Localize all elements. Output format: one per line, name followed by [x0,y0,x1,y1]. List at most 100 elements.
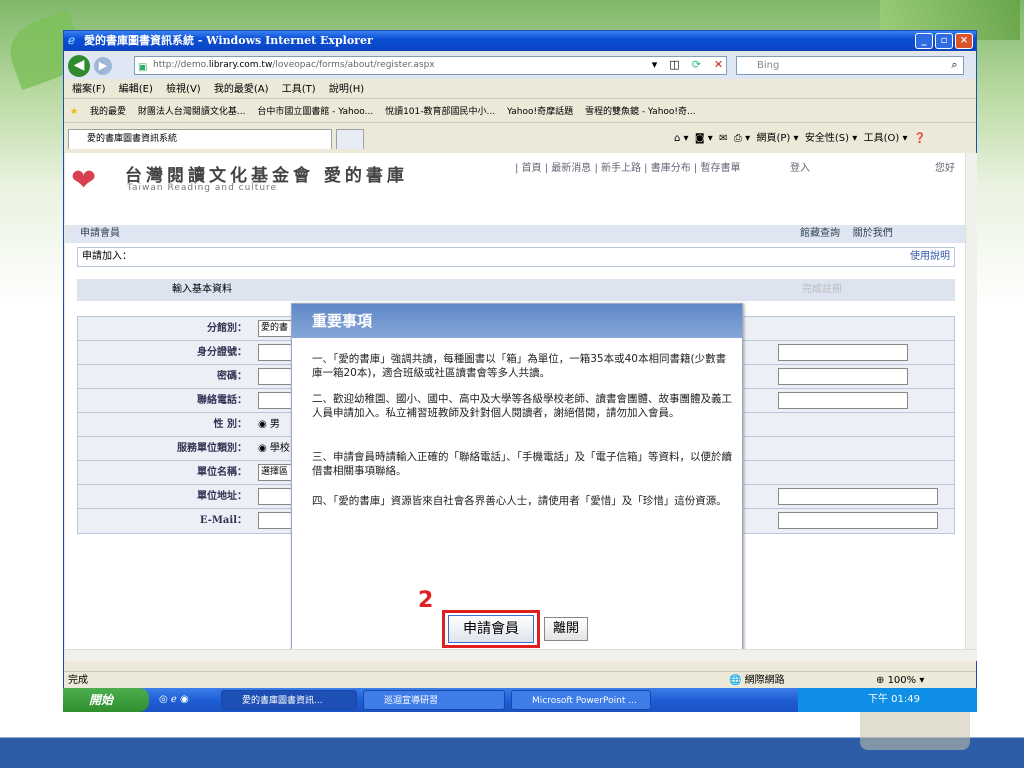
unit-address-field-right[interactable] [778,488,938,505]
phone-field-right[interactable] [778,392,908,409]
greeting: 您好 [935,163,955,174]
command-bar: ⌂ ▾ ◙ ▾ ✉ ⎙ ▾ 網頁(P) ▾ 安全性(S) ▾ 工具(O) ▾ ❓ [674,129,974,149]
apply-member-button[interactable]: 申請會員 [448,615,534,643]
status-bar: 完成 🌐 網際網路 ⊕ 100% ▾ [64,671,976,689]
unit-type-radio[interactable]: ◉ 學校 [258,440,290,457]
search-placeholder: Bing [757,60,780,71]
join-header: 申請加入： 使用說明 [77,247,955,267]
favorites-button[interactable]: 我的最愛 [90,107,126,117]
dropdown-icon[interactable]: ▾ [646,57,663,74]
step-basic-info: 輸入基本資料 [172,284,232,295]
title-bar: ℯ 愛的書庫圖書資訊系統 - Windows Internet Explorer… [64,31,976,51]
notice-paragraph-4: 四、「愛的書庫」資源皆來自社會各界善心人士，請使用者「愛惜」及「珍惜」這份資源。 [312,495,727,507]
password-label: 密碼： [217,371,247,382]
favorite-link[interactable]: 財團法人台灣閱讀文化基... [138,107,246,117]
print-icon[interactable]: ⎙ ▾ [734,133,750,144]
registration-steps: 輸入基本資料 完成註冊 [77,279,955,301]
email-field-right[interactable] [778,512,938,529]
window-title: 愛的書庫圖書資訊系統 - Windows Internet Explorer [84,34,373,47]
back-arrow-icon[interactable]: ◀ [68,55,90,77]
taskbar: 開始 ◎ ℯ ◉ 愛的書庫圖書資訊... 巡迴宣導研習 Microsoft Po… [63,688,977,712]
favorite-link[interactable]: 悅讀101-教育部國民中小... [385,107,495,117]
address-prefix: http://demo. [153,60,209,70]
favorite-link[interactable]: Yahoo!奇摩話題 [507,107,573,117]
search-box[interactable]: Bing [736,56,964,75]
taskbar-item-browser[interactable]: 愛的書庫圖書資訊... [221,690,357,710]
browser-window: ℯ 愛的書庫圖書資訊系統 - Windows Internet Explorer… [63,30,977,710]
favorite-link[interactable]: 台中市國立圖書館 - Yahoo... [257,107,373,117]
globe-icon: 🌐 [729,675,742,686]
feeds-icon[interactable]: ◙ ▾ [695,133,713,144]
email-label: E-Mail： [199,515,247,526]
quick-launch-icons[interactable]: ◎ ℯ ◉ [159,688,189,712]
unit-address-label: 單位地址： [197,491,247,502]
gender-option-label: 男 [269,419,280,430]
zone-label: 網際網路 [744,675,785,686]
tools-menu[interactable]: 工具(O) ▾ [864,133,908,144]
menu-view[interactable]: 檢視(V) [166,84,201,95]
zoom-level: 100% [887,675,917,686]
menu-tools[interactable]: 工具(T) [282,84,316,95]
tab-bar: 愛的書庫圖書資訊系統 ⌂ ▾ ◙ ▾ ✉ ⎙ ▾ 網頁(P) ▾ 安全性(S) … [64,125,976,151]
unit-name-label: 單位名稱： [197,467,247,478]
catalog-search-link[interactable]: 館藏查詢 [800,228,840,239]
forward-arrow-icon[interactable]: ▶ [94,57,112,75]
address-path: /loveopac/forms/about/register.aspx [272,60,435,70]
page-content: ❤ 台灣閱讀文化基金會 愛的書庫 Taiwan Reading and cult… [65,153,965,649]
password-field-right[interactable] [778,368,908,385]
address-bar[interactable]: ▣ http://demo.library.com.tw/loveopac/fo… [134,56,727,75]
menu-bar: 檔案(F) 編輯(E) 檢視(V) 我的最愛(A) 工具(T) 說明(H) [64,81,976,99]
stop-icon[interactable]: ✕ [710,57,727,74]
gender-radio[interactable]: ◉ 男 [258,416,280,433]
phone-label: 聯絡電話： [197,395,247,406]
help-link[interactable]: 使用說明 [910,248,950,266]
mail-icon[interactable]: ✉ [719,133,727,144]
top-nav-links[interactable]: | 首頁 | 最新消息 | 新手上路 | 書庫分布 | 暫存書單 [515,159,740,174]
minimize-button[interactable]: _ [915,33,933,49]
menu-help[interactable]: 說明(H) [329,84,364,95]
help-icon[interactable]: ❓ [914,133,926,144]
start-button[interactable]: 開始 [63,688,149,712]
gender-label: 性 別： [213,419,247,430]
tab-label: 愛的書庫圖書資訊系統 [87,134,178,144]
dialog-title: 重要事項 [292,304,742,338]
maximize-button[interactable]: ▫ [935,33,953,49]
search-icon[interactable]: ⌕ [946,57,963,74]
close-button[interactable]: × [955,33,973,49]
branch-label: 分館別： [207,323,247,334]
horizontal-scrollbar[interactable] [65,649,977,661]
unit-type-label: 服務單位類別： [177,443,247,454]
address-domain: library.com.tw [208,60,273,70]
id-number-field-right[interactable] [778,344,908,361]
about-us-link[interactable]: 關於我們 [853,228,893,239]
favorite-link[interactable]: 雪程的雙魚鏡 - Yahoo!奇... [585,107,696,117]
heart-logo-icon: ❤ [71,163,97,198]
page-menu[interactable]: 網頁(P) ▾ [756,133,798,144]
id-number-label: 身分證號： [197,347,247,358]
menu-favorites[interactable]: 我的最愛(A) [214,84,269,95]
notice-dialog: 重要事項 一、「愛的書庫」強調共讀，每種圖書以「箱」為單位，一箱35本或40本相… [291,303,743,649]
new-tab-button[interactable] [336,129,364,149]
compat-view-icon[interactable]: ◫ [666,57,683,74]
menu-edit[interactable]: 編輯(E) [119,84,153,95]
login-link[interactable]: 登入 [790,159,810,174]
safety-menu[interactable]: 安全性(S) ▾ [805,133,857,144]
vertical-scrollbar[interactable] [965,153,977,649]
taskbar-item-powerpoint[interactable]: Microsoft PowerPoint ... [511,690,651,710]
taskbar-item-folder[interactable]: 巡迴宣導研習 [363,690,505,710]
tab-current[interactable]: 愛的書庫圖書資訊系統 [68,129,332,149]
leave-button[interactable]: 離開 [544,617,588,641]
star-icon: ★ [70,107,79,117]
clock[interactable]: 下午 01:49 [868,694,920,705]
right-nav: 館藏查詢 關於我們 [800,225,893,243]
navigation-bar: ◀ ▶ ▣ http://demo.library.com.tw/loveopa… [64,52,976,79]
home-icon[interactable]: ⌂ ▾ [674,133,689,144]
notice-paragraph-3: 三、申請會員時請輸入正確的「聯絡電話」、「手機電話」及「電子信箱」等資料，以便於… [312,451,732,477]
step-complete: 完成註冊 [802,284,842,295]
notice-paragraph-1: 一、「愛的書庫」強調共讀，每種圖書以「箱」為單位，一箱35本或40本相同書籍(少… [312,353,727,379]
menu-file[interactable]: 檔案(F) [72,84,106,95]
page-icon: ▣ [138,62,148,73]
ie-icon: ℯ [68,33,76,47]
refresh-icon[interactable]: ⟳ [688,57,705,74]
system-tray: 下午 01:49 [798,688,977,712]
